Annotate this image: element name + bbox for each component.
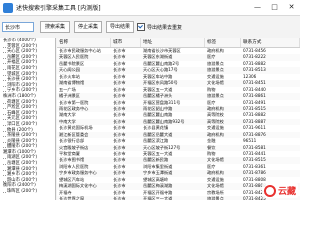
search-collect-button[interactable]: 搜索采集 (40, 21, 70, 33)
watermark: 云藏 (261, 183, 298, 198)
column-header[interactable]: 联系方式 (241, 38, 300, 47)
results-grid: 名称 城市 地址 标签 联系方式 长沙市民政服务中心站 长沙市 湖南省长沙市芙蓉区 政府机构 0… (57, 38, 300, 200)
dedupe-option[interactable]: 导出结果去重复 (137, 23, 182, 31)
column-header[interactable]: 名称 (57, 38, 111, 47)
column-header[interactable]: 标签 (205, 38, 241, 47)
close-button[interactable]: ✕ (283, 0, 300, 15)
tree-item[interactable]: 珠晖区 (200个) (0, 189, 55, 195)
watermark-logo-icon (263, 184, 276, 197)
title-bar: 述快搜索引擎采集工具 [内测版] — □ ✕ (0, 0, 300, 16)
table-cell: 长沙市 (113, 196, 126, 200)
minimize-button[interactable]: — (249, 0, 266, 15)
watermark-text: 云藏 (277, 187, 296, 197)
toolbar: 长沙市 搜索采集 停止采集 导出结果 导出结果去重复 (0, 16, 300, 38)
dedupe-label: 导出结果去重复 (147, 24, 183, 31)
window-controls: — □ ✕ (249, 0, 300, 15)
column-header[interactable]: 地址 (141, 38, 205, 47)
app-window: 述快搜索引擎采集工具 [内测版] — □ ✕ 长沙市 搜索采集 停止采集 导出结… (0, 0, 300, 200)
table-cell: 开福区三一大道 (143, 196, 173, 200)
app-icon (3, 2, 13, 13)
grid-body: 长沙市民政服务中心站 长沙市 湖南省长沙市芙蓉区 政府机构 0731-8456 芙蓉区人民… (57, 48, 300, 200)
table-cell: 长沙世界之窗 (59, 196, 85, 200)
column-header[interactable]: 城市 (111, 38, 141, 47)
dedupe-checkbox[interactable] (137, 23, 145, 31)
maximize-button[interactable]: □ (266, 0, 283, 15)
stop-collect-button[interactable]: 停止采集 (74, 21, 102, 33)
table-cell: 旅游景点 (207, 196, 224, 200)
grid-header: 名称 城市 地址 标签 联系方式 (57, 38, 300, 48)
search-input[interactable]: 长沙市 (2, 22, 34, 32)
export-button[interactable]: 导出结果 (106, 21, 134, 33)
window-title: 述快搜索引擎采集工具 [内测版] (16, 5, 101, 12)
region-tree[interactable]: 长沙市 (4000个) 芙蓉区 (200个) 天心区 (200个) 岳麓区 (200个… (0, 38, 56, 200)
